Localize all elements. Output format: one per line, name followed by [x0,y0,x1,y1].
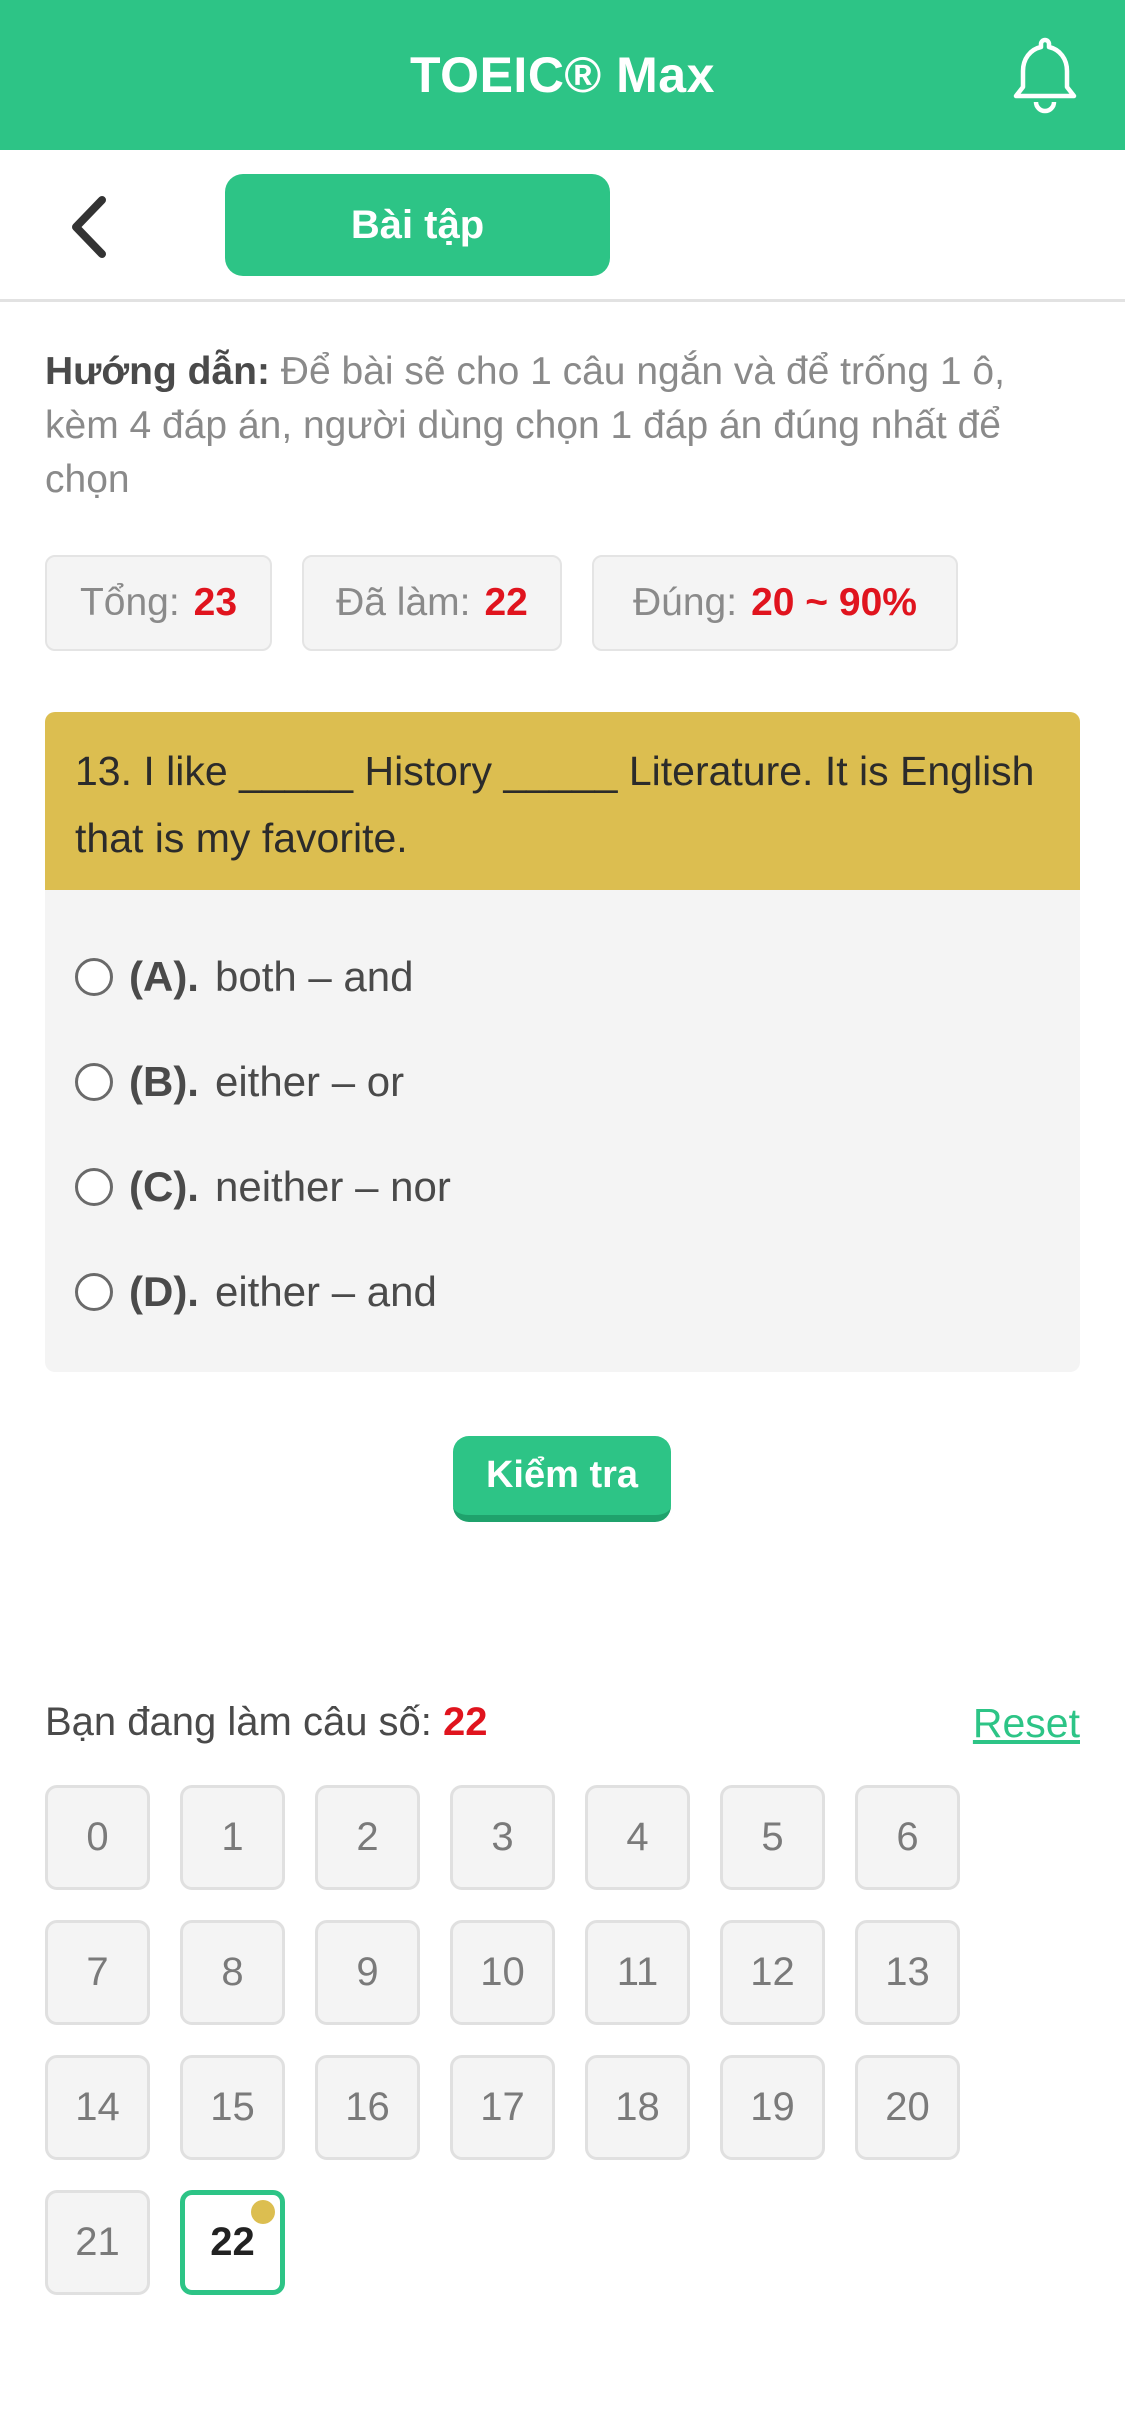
option-text: both – and [214,953,414,1000]
question-number-button[interactable]: 7 [45,1920,150,2025]
question-number-label: 10 [480,1950,525,1994]
question-number-label: 14 [75,2085,120,2129]
question-number-button[interactable]: 5 [720,1785,825,1890]
current-question-label: Bạn đang làm câu số: [45,1700,432,1744]
option-key: (D). [129,1268,199,1315]
option-a[interactable]: (A). both – and [75,947,414,1007]
question-number-button[interactable]: 13 [855,1920,960,2025]
question-number-button[interactable]: 11 [585,1920,690,2025]
question-card: 13. I like _____ History _____ Literatur… [45,712,1080,1372]
stat-done-label: Đã làm: [336,581,471,624]
stat-correct-value: 20 ~ 90% [751,581,917,624]
stat-done-value: 22 [484,581,528,624]
question-number-label: 19 [750,2085,795,2129]
option-d[interactable]: (D). either – and [75,1262,437,1322]
question-number-label: 15 [210,2085,255,2129]
question-number-label: 9 [356,1950,379,1994]
question-number-label: 18 [615,2085,660,2129]
app-header: TOEIC® Max [0,0,1125,150]
question-number-button[interactable]: 10 [450,1920,555,2025]
question-number-label: 13 [885,1950,930,1994]
question-number-button[interactable]: 2 [315,1785,420,1890]
question-number-button[interactable]: 18 [585,2055,690,2160]
radio-button[interactable] [75,1273,113,1311]
question-number-label: 17 [480,2085,525,2129]
chevron-left-icon[interactable] [62,192,118,262]
question-number-button[interactable]: 22 [180,2190,285,2295]
question-number-button[interactable]: 12 [720,1920,825,2025]
question-number-button[interactable]: 8 [180,1920,285,2025]
question-number-label: 8 [221,1950,244,1994]
radio-button[interactable] [75,958,113,996]
check-button[interactable]: Kiểm tra [453,1436,671,1522]
question-number-button[interactable]: 20 [855,2055,960,2160]
option-b[interactable]: (B). either – or [75,1052,404,1112]
stat-total: Tổng: 23 [45,555,272,651]
question-number-label: 20 [885,2085,930,2129]
exercise-tab-button[interactable]: Bài tập [225,174,610,276]
question-number-label: 22 [210,2220,255,2264]
question-number-button[interactable]: 21 [45,2190,150,2295]
stat-total-label: Tổng: [79,581,180,624]
question-number-label: 2 [356,1815,379,1859]
question-number-label: 7 [86,1950,109,1994]
question-number-label: 4 [626,1815,649,1859]
question-number-button[interactable]: 0 [45,1785,150,1890]
instructions-label: Hướng dẫn: [45,350,270,393]
option-key: (B). [129,1058,199,1105]
question-number-button[interactable]: 9 [315,1920,420,2025]
option-text: neither – nor [214,1163,451,1210]
stat-total-value: 23 [193,581,238,624]
question-number-label: 16 [345,2085,390,2129]
question-number-label: 21 [75,2220,120,2264]
instructions: Hướng dẫn: Để bài sẽ cho 1 câu ngắn và đ… [45,345,1085,507]
current-question-value: 22 [443,1700,488,1744]
option-c[interactable]: (C). neither – nor [75,1157,451,1217]
question-number-button[interactable]: 19 [720,2055,825,2160]
option-text: either – and [214,1268,437,1315]
bell-icon[interactable] [1009,36,1081,114]
question-number-label: 5 [761,1815,784,1859]
current-question-indicator: Bạn đang làm câu số: 22 [45,1700,488,1745]
question-number-label: 0 [86,1815,109,1859]
stat-correct-label: Đúng: [633,581,738,624]
question-number-grid: 0 1 2 3 4 5 6 7 8 9 10 11 12 13 14 15 16 17 18 19 20 21 22 [45,1785,1005,2305]
option-text: either – or [214,1058,405,1105]
question-number-button[interactable]: 17 [450,2055,555,2160]
question-text: 13. I like _____ History _____ Literatur… [45,712,1080,890]
question-number-button[interactable]: 14 [45,2055,150,2160]
radio-button[interactable] [75,1063,113,1101]
question-number-label: 11 [616,1950,659,1994]
stat-done: Đã làm: 22 [302,555,562,651]
question-number-button[interactable]: 16 [315,2055,420,2160]
reset-link[interactable]: Reset [973,1700,1080,1747]
question-number-label: 1 [221,1815,244,1859]
question-number-button[interactable]: 1 [180,1785,285,1890]
question-number-button[interactable]: 6 [855,1785,960,1890]
radio-button[interactable] [75,1168,113,1206]
option-key: (C). [129,1163,199,1210]
question-number-button[interactable]: 4 [585,1785,690,1890]
question-number-label: 12 [750,1950,795,1994]
current-marker-dot [251,2200,275,2224]
app-title: TOEIC® Max [410,47,715,103]
stat-correct: Đúng: 20 ~ 90% [592,555,958,651]
question-number-label: 3 [491,1815,514,1859]
question-number-button[interactable]: 15 [180,2055,285,2160]
question-number-button[interactable]: 3 [450,1785,555,1890]
sub-navigation-bar: Bài tập [0,150,1125,302]
question-number-label: 6 [896,1815,919,1859]
option-key: (A). [129,953,199,1000]
